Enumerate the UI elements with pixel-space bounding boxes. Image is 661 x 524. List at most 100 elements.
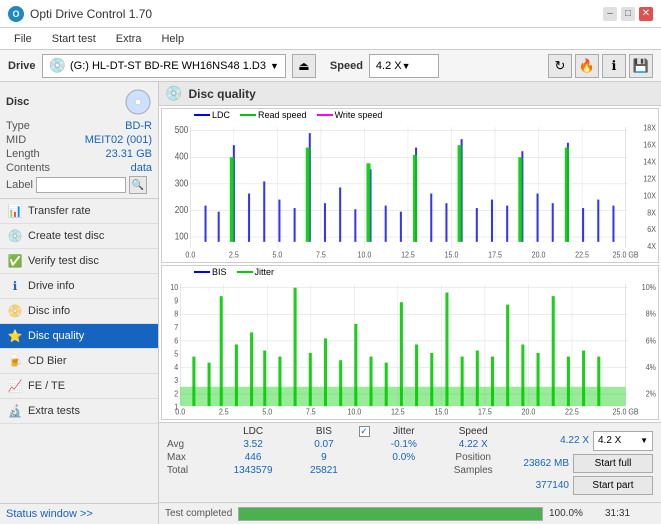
sidebar-item-extra-tests[interactable]: 🔬 Extra tests	[0, 399, 158, 424]
chart2-legend: BIS Jitter	[162, 266, 658, 278]
app-title: Opti Drive Control 1.70	[30, 7, 152, 21]
sidebar-item-disc-quality[interactable]: ⭐ Disc quality	[0, 324, 158, 349]
chart1-plot-area: 500 400 300 200 100 18X 16X 14X 12X 10X …	[162, 121, 658, 260]
bottom-bar: Test completed 100.0% 31:31	[159, 502, 661, 524]
start-part-button[interactable]: Start part	[573, 476, 653, 495]
maximize-button[interactable]: □	[621, 7, 635, 21]
start-full-button[interactable]: Start full	[573, 454, 653, 473]
status-text: Test completed	[165, 508, 232, 519]
svg-text:4%: 4%	[646, 362, 656, 372]
svg-text:15.0: 15.0	[434, 407, 448, 417]
svg-text:0.0: 0.0	[185, 250, 195, 260]
dropdown-arrow: ▼	[640, 436, 648, 445]
svg-text:6X: 6X	[647, 225, 656, 235]
position-value: 23862 MB	[523, 458, 569, 469]
disc-length-row: Length 23.31 GB	[6, 148, 152, 160]
menu-start-test[interactable]: Start test	[46, 31, 102, 47]
app-icon: O	[8, 6, 24, 22]
svg-text:2%: 2%	[646, 389, 656, 399]
title-bar-left: O Opti Drive Control 1.70	[8, 6, 152, 22]
drive-icons: ↻ 🔥 ℹ 💾	[548, 54, 653, 78]
disc-type-value: BD-R	[125, 120, 152, 132]
write-speed-label: Write speed	[335, 110, 383, 120]
total-label: Total	[163, 464, 213, 477]
disc-contents-label: Contents	[6, 162, 50, 174]
chart2-plot-area: 10 9 8 7 6 5 4 3 2 1 10% 8% 6%	[162, 278, 658, 417]
avg-speed: 4.22 X	[433, 438, 513, 451]
sidebar-item-transfer-rate[interactable]: 📊 Transfer rate	[0, 199, 158, 224]
close-button[interactable]: ✕	[639, 7, 653, 21]
svg-text:10.0: 10.0	[358, 250, 372, 260]
disc-label-input[interactable]	[36, 177, 126, 193]
menu-help[interactable]: Help	[155, 31, 190, 47]
drive-icon-info[interactable]: ℹ	[602, 54, 626, 78]
drive-select[interactable]: 💿 (G:) HL-DT-ST BD-RE WH16NS48 1.D3 ▼	[42, 54, 286, 78]
drive-icon-burn[interactable]: 🔥	[575, 54, 599, 78]
sidebar-item-fe-te[interactable]: 📈 FE / TE	[0, 374, 158, 399]
chart2-container: BIS Jitter 10 9 8 7	[161, 265, 659, 420]
svg-text:12.5: 12.5	[391, 407, 405, 417]
progress-fill	[239, 508, 542, 520]
disc-label-browse[interactable]: 🔍	[129, 176, 147, 194]
drive-info-icon: ℹ	[8, 279, 22, 293]
sidebar-item-verify-test-disc[interactable]: ✅ Verify test disc	[0, 249, 158, 274]
jitter-checkbox[interactable]: ✓	[359, 426, 370, 437]
speed-select[interactable]: 4.2 X ▼	[369, 54, 439, 78]
status-window-button[interactable]: Status window >>	[0, 503, 158, 524]
cd-bier-icon: 🍺	[8, 354, 22, 368]
progress-bar	[238, 507, 543, 521]
max-label: Max	[163, 451, 213, 464]
menu-extra[interactable]: Extra	[110, 31, 148, 47]
svg-text:25.0 GB: 25.0 GB	[613, 407, 639, 417]
sidebar-item-create-test-disc[interactable]: 💿 Create test disc	[0, 224, 158, 249]
disc-type-label: Type	[6, 120, 30, 132]
chart1-legend: LDC Read speed Write speed	[162, 109, 658, 121]
sidebar-item-label: Create test disc	[28, 230, 104, 242]
drive-icon-save[interactable]: 💾	[629, 54, 653, 78]
time-display: 31:31	[605, 508, 655, 519]
svg-text:12X: 12X	[643, 174, 656, 184]
disc-image-icon	[124, 88, 152, 116]
drive-icon-refresh[interactable]: ↻	[548, 54, 572, 78]
drive-value: (G:) HL-DT-ST BD-RE WH16NS48 1.D3	[70, 60, 266, 72]
disc-info-icon: 📀	[8, 304, 22, 318]
samples-row: 377140 Start part	[532, 476, 653, 495]
fe-te-icon: 📈	[8, 379, 22, 393]
drive-label: Drive	[8, 60, 36, 72]
svg-text:20.0: 20.0	[532, 250, 546, 260]
speed-label: Speed	[330, 60, 363, 72]
sidebar-item-disc-info[interactable]: 📀 Disc info	[0, 299, 158, 324]
max-ldc: 446	[213, 451, 293, 464]
speed-dropdown[interactable]: 4.2 X ▼	[593, 431, 653, 451]
bis-legend: BIS	[194, 267, 227, 277]
disc-length-label: Length	[6, 148, 40, 160]
sidebar-item-label: Extra tests	[28, 405, 80, 417]
content-header: 💿 Disc quality	[159, 82, 661, 106]
svg-text:400: 400	[175, 151, 189, 162]
samples-value: 377140	[536, 480, 569, 491]
drive-eject-button[interactable]: ⏏	[292, 54, 316, 78]
sidebar-item-cd-bier[interactable]: 🍺 CD Bier	[0, 349, 158, 374]
title-bar: O Opti Drive Control 1.70 – □ ✕	[0, 0, 661, 28]
sidebar-item-drive-info[interactable]: ℹ Drive info	[0, 274, 158, 299]
drive-bar: Drive 💿 (G:) HL-DT-ST BD-RE WH16NS48 1.D…	[0, 50, 661, 82]
read-speed-legend: Read speed	[240, 110, 307, 120]
svg-text:200: 200	[175, 204, 189, 215]
sidebar-item-label: Verify test disc	[28, 255, 99, 267]
sidebar-item-label: Disc info	[28, 305, 70, 317]
svg-text:8: 8	[174, 309, 178, 319]
svg-text:300: 300	[175, 178, 189, 189]
total-empty	[355, 464, 375, 477]
speed-display-value: 4.22 X	[560, 435, 589, 446]
read-speed-label: Read speed	[258, 110, 307, 120]
transfer-rate-icon: 📊	[8, 204, 22, 218]
svg-text:2.5: 2.5	[219, 407, 229, 417]
chart2-svg: 10 9 8 7 6 5 4 3 2 1 10% 8% 6%	[162, 278, 658, 417]
col-header-bis: BIS	[293, 425, 354, 438]
stats-bar: LDC BIS ✓ Jitter Speed	[159, 422, 661, 502]
minimize-button[interactable]: –	[603, 7, 617, 21]
chart1-svg: 500 400 300 200 100 18X 16X 14X 12X 10X …	[162, 121, 658, 260]
verify-disc-icon: ✅	[8, 254, 22, 268]
chart1-container: LDC Read speed Write speed	[161, 108, 659, 263]
menu-file[interactable]: File	[8, 31, 38, 47]
